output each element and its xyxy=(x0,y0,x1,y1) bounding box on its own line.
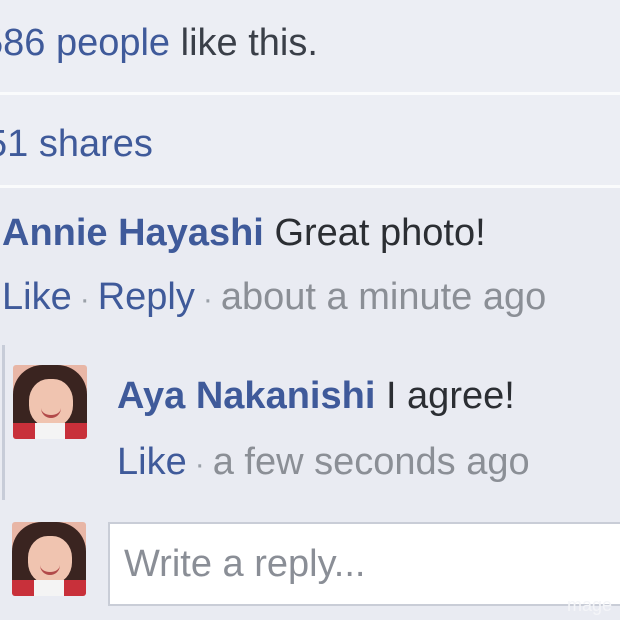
reply-like-link[interactable]: Like xyxy=(117,441,187,483)
comment-actions: Like · Reply · about a minute ago xyxy=(2,276,546,319)
reply-timestamp[interactable]: a few seconds ago xyxy=(213,441,530,483)
reply-author-link[interactable]: Aya Nakanishi xyxy=(117,375,375,417)
reply-body: Aya Nakanishi I agree! xyxy=(117,375,515,418)
reply-composer xyxy=(0,510,620,620)
separator-dot: · xyxy=(194,448,205,481)
reply-actions: Like · a few seconds ago xyxy=(117,441,530,484)
shares-summary: 51 shares xyxy=(0,95,620,188)
reply-text: I agree! xyxy=(385,375,515,417)
shares-link[interactable]: 51 shares xyxy=(0,123,153,166)
comment-body: Annie Hayashi Great photo! xyxy=(2,212,486,255)
separator-dot: · xyxy=(79,283,90,316)
comment: Annie Hayashi Great photo! Like · Reply · ab… xyxy=(0,190,620,340)
likes-text: 586 people like this. xyxy=(0,22,318,65)
separator-dot: · xyxy=(202,283,213,316)
comment-reply-link[interactable]: Reply xyxy=(98,276,195,318)
likes-count-link[interactable]: 586 people xyxy=(0,22,170,64)
reply-author-avatar[interactable] xyxy=(13,365,87,439)
likes-suffix: like this. xyxy=(180,22,318,64)
likes-summary: 586 people like this. xyxy=(0,0,620,95)
current-user-avatar xyxy=(12,522,86,596)
write-reply-input[interactable] xyxy=(108,522,620,606)
watermark-text: mage xyxy=(566,595,612,615)
reply-thread: Aya Nakanishi I agree! Like · a few second… xyxy=(2,345,620,500)
comment-timestamp[interactable]: about a minute ago xyxy=(221,276,546,318)
comment-like-link[interactable]: Like xyxy=(2,276,72,318)
comment-text: Great photo! xyxy=(274,212,486,254)
comment-author-link[interactable]: Annie Hayashi xyxy=(2,212,264,254)
